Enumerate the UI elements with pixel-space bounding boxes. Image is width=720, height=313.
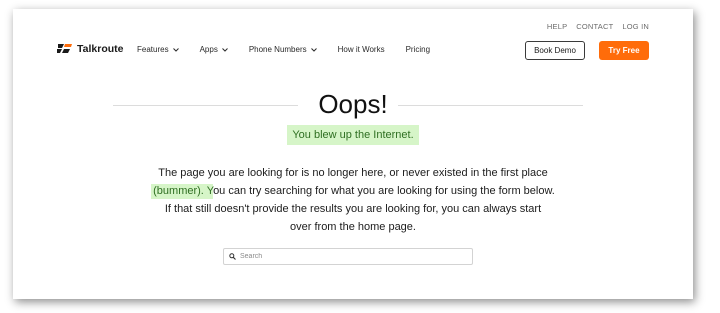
subtitle-row: You blew up the Internet. xyxy=(13,125,693,145)
search-input[interactable] xyxy=(240,253,460,260)
help-link[interactable]: HELP xyxy=(547,22,567,31)
page-card: HELP CONTACT LOG IN Talkroute Features A… xyxy=(13,9,693,299)
nav-pricing[interactable]: Pricing xyxy=(406,45,430,54)
page-subtitle: You blew up the Internet. xyxy=(287,125,419,145)
brand-logo[interactable]: Talkroute xyxy=(56,42,123,55)
book-demo-button[interactable]: Book Demo xyxy=(525,41,585,60)
main-nav: Features Apps Phone Numbers How it Works… xyxy=(137,45,430,54)
chevron-down-icon xyxy=(310,47,317,52)
message-line: If that still doesn't provide the result… xyxy=(164,203,542,215)
message-line: The page you are looking for is no longe… xyxy=(158,167,548,179)
page-title: Oops! xyxy=(318,89,388,119)
search-box[interactable] xyxy=(223,248,473,265)
message-line: over from the home page. xyxy=(290,221,416,233)
nav-features-label: Features xyxy=(137,45,169,54)
nav-apps[interactable]: Apps xyxy=(200,45,228,54)
highlighted-text: (bummer). Y xyxy=(151,184,214,199)
nav-features[interactable]: Features xyxy=(137,45,179,54)
try-free-button[interactable]: Try Free xyxy=(599,41,649,60)
message-text: ou can try searching for what you are lo… xyxy=(213,185,555,197)
error-message: The page you are looking for is no longe… xyxy=(13,164,693,236)
nav-phone-numbers[interactable]: Phone Numbers xyxy=(249,45,317,54)
utility-nav: HELP CONTACT LOG IN xyxy=(547,22,649,31)
contact-link[interactable]: CONTACT xyxy=(576,22,613,31)
login-link[interactable]: LOG IN xyxy=(622,22,649,31)
nav-pricing-label: Pricing xyxy=(405,45,431,54)
message-line: (bummer). You can try searching for what… xyxy=(13,182,693,200)
talkroute-logo-icon xyxy=(57,44,72,53)
chevron-down-icon xyxy=(172,47,179,52)
brand-name: Talkroute xyxy=(77,42,124,55)
chevron-down-icon xyxy=(221,47,228,52)
search-icon xyxy=(229,253,236,260)
nav-phone-numbers-label: Phone Numbers xyxy=(248,45,307,54)
nav-how-it-works-label: How it Works xyxy=(337,45,385,54)
nav-how-it-works[interactable]: How it Works xyxy=(338,45,385,54)
nav-apps-label: Apps xyxy=(199,45,218,54)
